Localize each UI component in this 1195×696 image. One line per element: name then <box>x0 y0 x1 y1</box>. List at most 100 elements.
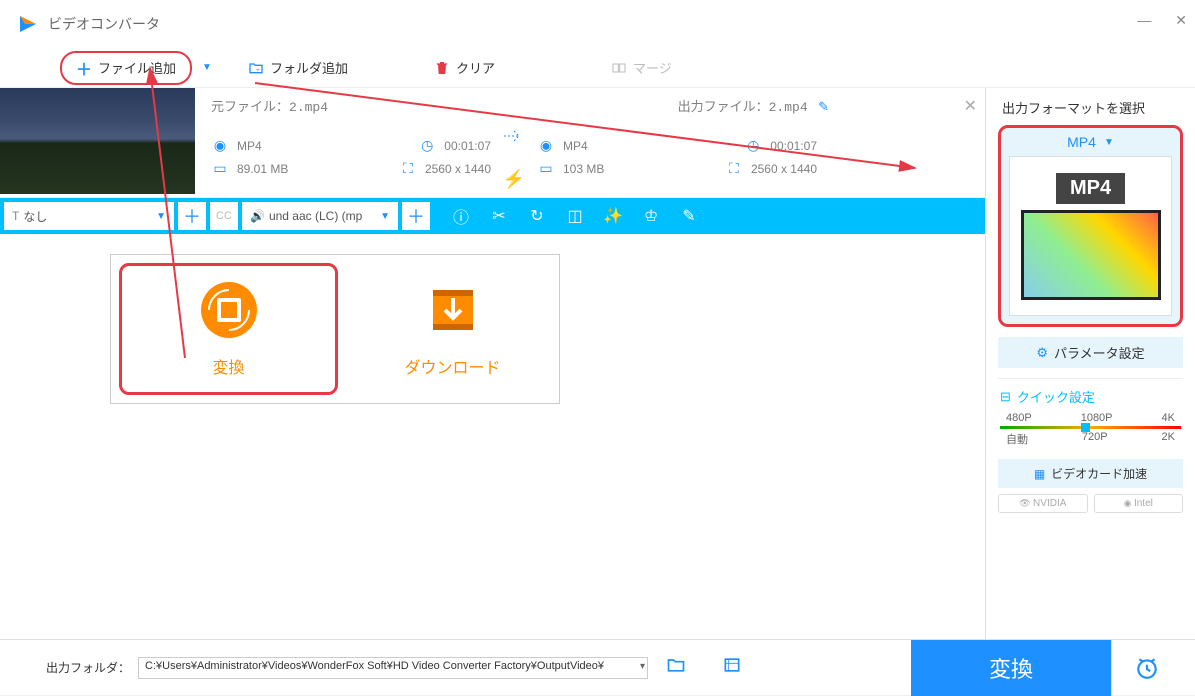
schedule-button[interactable] <box>1111 640 1181 696</box>
chevron-down-icon[interactable]: ▾ <box>640 661 645 672</box>
nvidia-logo: 👁 NVIDIA <box>998 494 1088 513</box>
output-format-selector[interactable]: MP4 ▼ MP4 <box>998 125 1183 327</box>
audio-selector[interactable]: 🔊 und aac (LC) (mp ▼ <box>242 202 398 230</box>
convert-mode-label: 変換 <box>212 354 244 378</box>
chip-icon: ▦ <box>1034 467 1045 481</box>
merge-button[interactable]: マージ <box>601 54 682 81</box>
source-duration: 00:01:07 <box>444 139 491 153</box>
svg-text:+: + <box>256 67 260 74</box>
source-file-label: 元ファイル： <box>211 100 289 115</box>
target-format: MP4 <box>563 139 588 153</box>
cc-button[interactable]: CC <box>210 202 238 230</box>
clear-button[interactable]: クリア <box>424 54 505 81</box>
edit-tool-icon[interactable]: ✎ <box>672 202 706 230</box>
parameter-settings-button[interactable]: ⚙ パラメータ設定 <box>998 337 1183 368</box>
rename-icon[interactable]: ✎ <box>818 99 829 114</box>
output-folder-label: 出力フォルダ： <box>46 659 130 676</box>
source-size: 89.01 MB <box>237 162 288 176</box>
output-format-title: 出力フォーマットを選択 <box>998 98 1183 117</box>
folder-icon: ▭ <box>537 160 555 177</box>
add-folder-label: フォルダ追加 <box>270 58 348 77</box>
audio-value: und aac (LC) (mp <box>269 209 362 223</box>
add-folder-icon: + <box>248 60 264 76</box>
bottom-bar: 出力フォルダ： C:¥Users¥Administrator¥Videos¥Wo… <box>0 639 1195 695</box>
trash-icon <box>434 60 450 76</box>
minimize-icon[interactable]: — <box>1137 12 1151 29</box>
clear-label: クリア <box>456 58 495 77</box>
download-mode-card[interactable]: ダウンロード <box>346 255 559 403</box>
download-mode-label: ダウンロード <box>404 354 500 378</box>
merge-label: マージ <box>633 58 672 77</box>
source-resolution: 2560 x 1440 <box>425 162 491 176</box>
app-title: ビデオコンバータ <box>48 14 160 34</box>
output-file-label: 出力ファイル： <box>678 100 769 115</box>
clock-icon: ◷ <box>418 137 436 154</box>
cut-tool-icon[interactable]: ✂ <box>482 202 516 230</box>
file-row: ✕ 元ファイル：2.mp4 出力ファイル：2.mp4 ✎ ◉MP4 <box>0 88 985 198</box>
edit-toolbar: T なし ▼ ＋ CC 🔊 und aac (LC) (mp ▼ ＋ ⓘ ✂ ↻… <box>0 198 985 234</box>
output-file-name: 2.mp4 <box>769 100 808 115</box>
open-output-icon[interactable] <box>722 655 742 680</box>
add-audio-button[interactable]: ＋ <box>402 202 430 230</box>
format-icon: ◉ <box>537 137 555 154</box>
subtitle-selector[interactable]: T なし ▼ <box>4 202 174 230</box>
output-path-input[interactable]: C:¥Users¥Administrator¥Videos¥WonderFox … <box>138 657 648 679</box>
target-resolution: 2560 x 1440 <box>751 162 817 176</box>
chevron-down-icon: ▼ <box>380 211 390 222</box>
settings-icon: ⚙ <box>1036 345 1048 361</box>
param-settings-label: パラメータ設定 <box>1054 343 1145 362</box>
source-file-name: 2.mp4 <box>289 100 328 115</box>
convert-button[interactable]: 変換 <box>911 640 1111 696</box>
mode-card-group: 変換 ダウンロード <box>110 254 560 404</box>
filmstrip-thumbnail <box>1021 210 1161 300</box>
mp4-badge: MP4 <box>1056 173 1125 204</box>
resolution-icon: ⛶ <box>399 160 417 177</box>
alarm-clock-icon <box>1134 655 1160 681</box>
quality-labels-bottom: 自動 720P 2K <box>1000 431 1181 447</box>
resolution-icon: ⛶ <box>725 160 743 177</box>
remove-file-button[interactable]: ✕ <box>964 96 977 116</box>
add-subtitle-button[interactable]: ＋ <box>178 202 206 230</box>
merge-icon <box>611 60 627 76</box>
crop-tool-icon[interactable]: ◫ <box>558 202 592 230</box>
rotate-tool-icon[interactable]: ↻ <box>520 202 554 230</box>
text-icon: T <box>12 209 19 223</box>
plus-icon: ＋ <box>76 56 92 80</box>
convert-button-label: 変換 <box>989 652 1033 684</box>
hw-accel-label: ビデオカード加速 <box>1051 465 1147 482</box>
watermark-tool-icon[interactable]: ♔ <box>634 202 668 230</box>
chevron-down-icon: ▼ <box>1104 137 1114 148</box>
main-toolbar: ＋ ファイル追加 ▼ + フォルダ追加 クリア マージ <box>0 48 1195 88</box>
convert-mode-card[interactable]: 変換 <box>119 263 338 395</box>
format-preview: MP4 <box>1009 156 1172 316</box>
convert-mode-icon <box>199 280 259 340</box>
subtitle-value: なし <box>23 208 47 225</box>
gpu-logo-row: 👁 NVIDIA ◉ Intel <box>998 494 1183 513</box>
download-mode-icon <box>423 280 483 340</box>
add-file-dropdown-icon[interactable]: ▼ <box>202 62 212 73</box>
chevron-down-icon: ▼ <box>156 211 166 222</box>
info-tool-icon[interactable]: ⓘ <box>444 202 478 230</box>
video-thumbnail[interactable] <box>0 88 195 194</box>
browse-folder-icon[interactable] <box>666 655 686 680</box>
quick-icon: ⊟ <box>1000 389 1011 405</box>
format-icon: ◉ <box>211 137 229 154</box>
close-icon[interactable]: ✕ <box>1175 12 1187 29</box>
bolt-icon: ⚡ <box>499 169 529 190</box>
source-format: MP4 <box>237 139 262 153</box>
add-file-button[interactable]: ＋ ファイル追加 <box>60 51 192 85</box>
format-name: MP4 <box>1067 134 1096 150</box>
intel-logo: ◉ Intel <box>1094 494 1184 513</box>
right-panel: 出力フォーマットを選択 MP4 ▼ MP4 ⚙ パラメータ設定 ⊟ <box>985 88 1195 656</box>
app-logo-icon <box>16 12 40 36</box>
quick-settings-title: ⊟ クイック設定 <box>1000 387 1181 406</box>
effects-tool-icon[interactable]: ✨ <box>596 202 630 230</box>
speaker-icon: 🔊 <box>250 209 265 223</box>
hw-accel-button[interactable]: ▦ ビデオカード加速 <box>998 459 1183 488</box>
clock-icon: ◷ <box>744 137 762 154</box>
add-file-label: ファイル追加 <box>98 58 176 77</box>
title-bar: ビデオコンバータ — ✕ <box>0 0 1195 48</box>
quality-slider[interactable] <box>1000 426 1181 429</box>
folder-icon: ▭ <box>211 160 229 177</box>
add-folder-button[interactable]: + フォルダ追加 <box>238 54 358 81</box>
